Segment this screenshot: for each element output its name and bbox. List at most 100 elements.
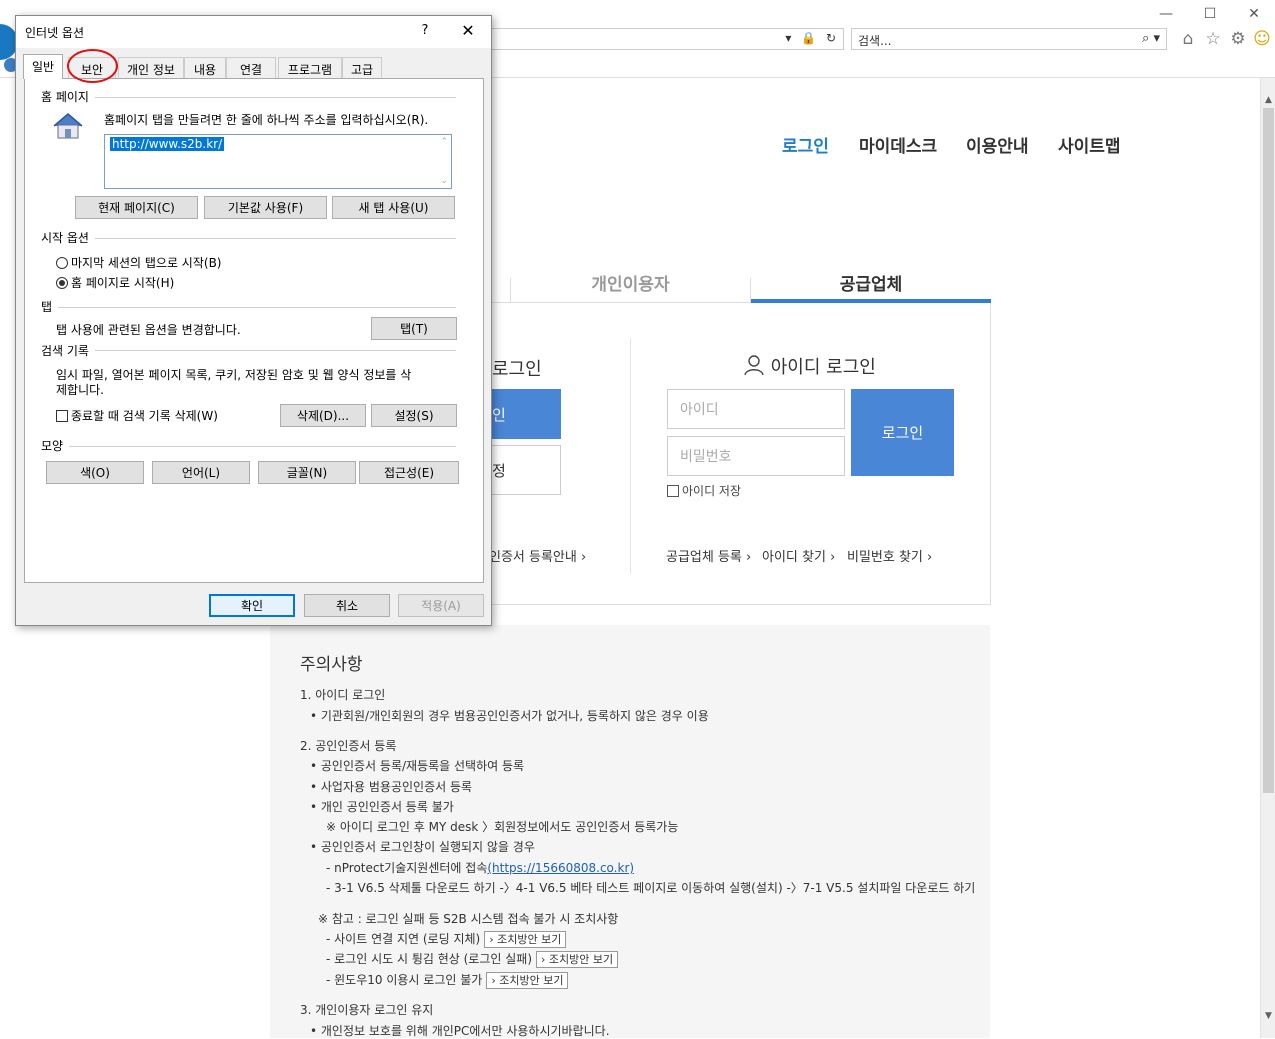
id-login-button-label: 로그인 <box>881 424 924 442</box>
highlight-circle-annotation <box>67 49 118 83</box>
tab-privacy[interactable]: 개인 정보 <box>118 57 184 78</box>
search-placeholder: 검색... <box>858 34 892 48</box>
fix-guide-button[interactable]: › 조치방안 보기 <box>486 972 569 989</box>
tabs-group-label: 탭 <box>41 298 59 315</box>
notice-fix-text: - 윈도우10 이용시 로그인 불가 <box>326 973 483 987</box>
nav-sitemap[interactable]: 사이트맵 <box>1058 132 1121 157</box>
delete-on-exit-check-box[interactable] <box>56 410 68 422</box>
home-page-textarea[interactable]: http://www.s2b.kr/ ⌃ ⌄ <box>104 134 452 189</box>
address-tools[interactable]: ▾ 🔒 ↻ <box>785 31 839 45</box>
address-bar[interactable]: ▾ 🔒 ↻ <box>490 28 844 50</box>
notice-line: 2. 공인인증서 등록 <box>300 739 397 753</box>
browser-close-button[interactable]: ✕ <box>1240 4 1268 24</box>
browsing-history-group-label: 검색 기록 <box>41 342 95 359</box>
tab-personal-user[interactable]: 개인이용자 <box>511 270 750 295</box>
id-placeholder: 아이디 <box>680 402 719 418</box>
fonts-button[interactable]: 글꼴(N) <box>258 461 356 484</box>
id-input[interactable]: 아이디 <box>667 389 845 429</box>
textarea-scroll-down-icon[interactable]: ⌄ <box>440 176 448 186</box>
radio-last-session[interactable] <box>56 257 68 269</box>
tab-advanced[interactable]: 고급 <box>342 57 382 78</box>
scroll-up-arrow-icon[interactable]: ▲ <box>1261 92 1275 108</box>
cancel-button[interactable]: 취소 <box>304 594 390 617</box>
tab-content[interactable]: 내용 <box>184 57 226 78</box>
notice-line: - 로그인 시도 시 튕김 현상 (로그인 실패) › 조치방안 보기 <box>326 950 619 968</box>
use-new-tab-button[interactable]: 새 탭 사용(U) <box>332 196 455 219</box>
textarea-scroll-up-icon[interactable]: ⌃ <box>440 137 448 147</box>
find-password-link[interactable]: 비밀번호 찾기 › <box>847 546 932 565</box>
start-last-session-option[interactable]: 마지막 세션의 탭으로 시작(B) <box>56 254 221 271</box>
save-id-label: 아이디 저장 <box>682 484 742 498</box>
tab-connections[interactable]: 연결 <box>226 57 276 78</box>
tabs-description: 탭 사용에 관련된 옵션을 변경합니다. <box>56 323 241 337</box>
fix-guide-button[interactable]: › 조치방안 보기 <box>536 951 619 968</box>
favorites-star-icon[interactable]: ☆ <box>1202 28 1224 50</box>
start-home-option[interactable]: 홈 페이지로 시작(H) <box>56 274 174 291</box>
save-id-check-box[interactable] <box>667 485 679 497</box>
accessibility-button[interactable]: 접근성(E) <box>359 461 459 484</box>
settings-gear-icon[interactable]: ⚙ <box>1227 28 1249 50</box>
radio-home-page[interactable] <box>56 277 68 289</box>
languages-button[interactable]: 언어(L) <box>152 461 250 484</box>
page-scrollbar[interactable]: ▲ ▼ <box>1260 78 1275 1038</box>
group-separator <box>46 238 456 239</box>
start-home-label: 홈 페이지로 시작(H) <box>71 276 175 290</box>
home-icon[interactable]: ⌂ <box>1177 28 1199 50</box>
delete-on-exit-checkbox[interactable]: 종료할 때 검색 기록 삭제(W) <box>56 407 218 424</box>
notice-line: • 개인정보 보호를 위해 개인PC에서만 사용하시기바랍니다. <box>310 1024 610 1038</box>
dialog-title: 인터넷 옵션 <box>25 26 85 40</box>
apply-button[interactable]: 적용(A) <box>398 594 484 617</box>
dialog-titlebar[interactable]: 인터넷 옵션 ? ✕ <box>16 16 491 48</box>
tabs-settings-button[interactable]: 탭(T) <box>371 317 457 340</box>
group-separator <box>46 97 456 98</box>
notice-line: - 사이트 연결 지연 (로딩 지체) › 조치방안 보기 <box>326 930 567 948</box>
history-settings-button[interactable]: 설정(S) <box>371 404 457 427</box>
start-last-session-label: 마지막 세션의 탭으로 시작(B) <box>71 256 222 270</box>
fix-guide-button[interactable]: › 조치방안 보기 <box>484 931 567 948</box>
smiley-feedback-icon[interactable]: ☺ <box>1251 28 1273 50</box>
cert-register-guide-link[interactable]: 인증서 등록안내 › <box>489 546 586 565</box>
maximize-button[interactable]: ☐ <box>1196 4 1224 24</box>
nav-login[interactable]: 로그인 <box>782 132 829 157</box>
tab-programs[interactable]: 프로그램 <box>278 57 342 78</box>
scroll-down-arrow-icon[interactable]: ▼ <box>1261 1008 1275 1024</box>
user-icon <box>744 355 764 376</box>
delete-history-button[interactable]: 삭제(D)... <box>280 404 366 427</box>
help-button[interactable]: ? <box>414 20 436 42</box>
use-current-button[interactable]: 현재 페이지(C) <box>75 196 198 219</box>
dialog-close-button[interactable]: ✕ <box>456 20 480 42</box>
delete-on-exit-label: 종료할 때 검색 기록 삭제(W) <box>71 409 218 423</box>
supplier-register-link[interactable]: 공급업체 등록 › <box>666 546 751 565</box>
browser-search-input[interactable]: 검색... ⌕ ▾ <box>851 28 1167 50</box>
notice-line: ※ 참고 : 로그인 실패 등 S2B 시스템 접속 불가 시 조치사항 <box>318 912 619 926</box>
appearance-group-label: 모양 <box>41 437 70 454</box>
password-input[interactable]: 비밀번호 <box>667 436 845 476</box>
find-id-link[interactable]: 아이디 찾기 › <box>762 546 835 565</box>
id-login-button[interactable]: 로그인 <box>851 389 954 476</box>
nav-guide[interactable]: 이용안내 <box>966 132 1029 157</box>
fix-guide-label: 조치방안 보기 <box>548 953 614 966</box>
notice-line: - 3-1 V6.5 삭제툴 다운로드 하기 -〉4-1 V6.5 베타 테스트… <box>326 881 976 895</box>
notice-fix-text: - 사이트 연결 지연 (로딩 지체) <box>326 932 481 946</box>
notice-fix-text: - 로그인 시도 시 튕김 현상 (로그인 실패) <box>326 952 532 966</box>
home-page-url-selected: http://www.s2b.kr/ <box>110 137 225 151</box>
internet-options-dialog: 인터넷 옵션 ? ✕ 일반 보안 개인 정보 내용 연결 프로그램 고급 홈 페… <box>15 15 492 626</box>
nav-mydesk[interactable]: 마이데스크 <box>859 132 937 157</box>
tab-supplier[interactable]: 공급업체 <box>751 270 991 295</box>
save-id-checkbox[interactable]: 아이디 저장 <box>667 482 741 499</box>
cert-login-title: 로그인 <box>492 359 542 380</box>
search-icon[interactable]: ⌕ ▾ <box>1142 31 1160 46</box>
home-page-group-label: 홈 페이지 <box>41 88 95 105</box>
use-default-button[interactable]: 기본값 사용(F) <box>204 196 327 219</box>
tab-general[interactable]: 일반 <box>23 54 63 79</box>
colors-button[interactable]: 색(O) <box>46 461 144 484</box>
cert-login-button[interactable]: 인 <box>492 389 561 439</box>
house-icon <box>53 113 83 139</box>
minimize-button[interactable]: — <box>1152 4 1180 24</box>
notice-line: ※ 아이디 로그인 후 MY desk 〉회원정보에서도 공인인증서 등록가능 <box>326 820 679 834</box>
nprotect-link[interactable]: (https://15660808.co.kr) <box>487 861 634 875</box>
notice-line: - nProtect기술지원센터에 접속(https://15660808.co… <box>326 859 634 876</box>
cert-register-button[interactable]: 정 <box>492 445 561 495</box>
scrollbar-thumb[interactable] <box>1263 108 1274 793</box>
ok-button[interactable]: 확인 <box>209 594 295 617</box>
